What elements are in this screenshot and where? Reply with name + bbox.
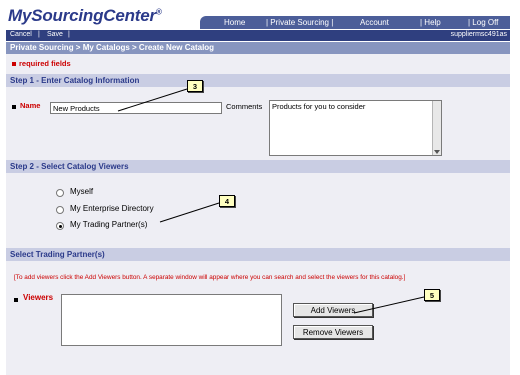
radio-trading-partners[interactable] bbox=[56, 222, 64, 230]
save-link[interactable]: Save bbox=[47, 31, 63, 38]
cancel-link[interactable]: Cancel bbox=[10, 31, 32, 38]
viewers-list[interactable] bbox=[61, 294, 282, 346]
breadcrumb: Private Sourcing > My Catalogs > Create … bbox=[6, 42, 510, 54]
app-logo: MySourcingCenter® bbox=[8, 6, 162, 25]
callout-4: 4 bbox=[219, 195, 235, 207]
comments-textarea[interactable]: Products for you to consider bbox=[269, 100, 442, 156]
callout-5-number: 5 bbox=[429, 290, 435, 300]
step2-header: Step 2 - Select Catalog Viewers bbox=[6, 160, 510, 173]
name-bullet bbox=[12, 105, 16, 109]
user-id: suppliermsc491as bbox=[450, 31, 507, 38]
viewers-label: Viewers bbox=[23, 293, 54, 302]
nav-log-off[interactable]: | Log Off bbox=[468, 18, 498, 27]
callout-4-number: 4 bbox=[224, 196, 230, 206]
comments-text: Products for you to consider bbox=[272, 102, 366, 111]
name-label: Name bbox=[20, 101, 41, 110]
add-viewers-button[interactable]: Add Viewers bbox=[293, 303, 373, 317]
radio-enterprise-directory[interactable] bbox=[56, 206, 64, 214]
option-myself-label: Myself bbox=[70, 187, 94, 196]
callout-3: 3 bbox=[187, 80, 203, 92]
comments-label: Comments bbox=[226, 102, 263, 111]
action-bar: Cancel | Save | suppliermsc491as bbox=[6, 30, 510, 41]
step1-header: Step 1 - Enter Catalog Information bbox=[6, 74, 510, 87]
required-fields-note: required fields bbox=[19, 59, 71, 68]
required-bullet bbox=[12, 62, 16, 66]
partners-header: Select Trading Partner(s) bbox=[6, 248, 510, 261]
scroll-down-arrow-icon[interactable] bbox=[434, 150, 440, 154]
comments-scrollbar[interactable] bbox=[432, 101, 441, 155]
nav-help[interactable]: | Help bbox=[420, 18, 441, 27]
separator: | bbox=[38, 31, 40, 38]
top-navigation: Home | Private Sourcing | Account | Help… bbox=[200, 16, 510, 29]
step1-title: Step 1 - Enter Catalog Information bbox=[10, 76, 140, 85]
nav-home[interactable]: Home bbox=[224, 18, 245, 27]
viewers-bullet bbox=[14, 298, 18, 302]
nav-account[interactable]: Account bbox=[360, 18, 389, 27]
option-enterprise-directory-label: My Enterprise Directory bbox=[70, 204, 154, 213]
instructions-text: [To add viewers click the Add Viewers bu… bbox=[14, 274, 406, 281]
partners-title: Select Trading Partner(s) bbox=[10, 250, 105, 259]
nav-private-sourcing[interactable]: | Private Sourcing | bbox=[266, 18, 333, 27]
callout-5: 5 bbox=[424, 289, 440, 301]
remove-viewers-button[interactable]: Remove Viewers bbox=[293, 325, 373, 339]
breadcrumb-text: Private Sourcing > My Catalogs > Create … bbox=[10, 43, 215, 52]
callout-3-number: 3 bbox=[192, 81, 198, 91]
option-trading-partners-label: My Trading Partner(s) bbox=[70, 220, 148, 229]
separator: | bbox=[68, 31, 70, 38]
add-viewers-label: Add Viewers bbox=[310, 305, 356, 315]
name-input[interactable] bbox=[50, 102, 222, 114]
step2-title: Step 2 - Select Catalog Viewers bbox=[10, 162, 129, 171]
remove-viewers-label: Remove Viewers bbox=[302, 327, 364, 337]
radio-myself[interactable] bbox=[56, 189, 64, 197]
